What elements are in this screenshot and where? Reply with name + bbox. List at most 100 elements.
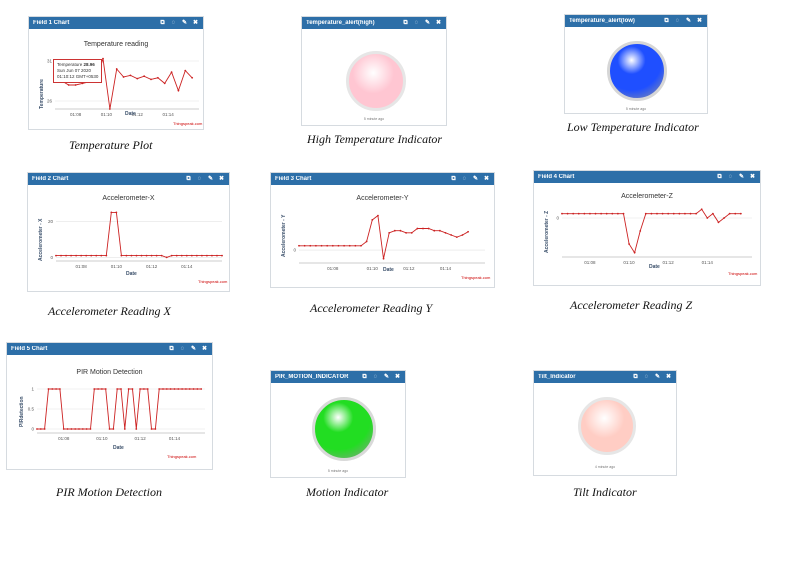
data-point bbox=[192, 388, 195, 390]
data-point bbox=[158, 388, 161, 390]
caption-tilt: Tilt Indicator bbox=[573, 485, 637, 499]
data-point bbox=[195, 254, 198, 257]
tilt-title: Tilt_Indicator bbox=[538, 374, 576, 380]
close-icon[interactable]: ✖ bbox=[435, 20, 442, 27]
data-point bbox=[450, 234, 453, 236]
comment-icon[interactable]: ◌ bbox=[674, 18, 681, 25]
data-point bbox=[80, 254, 83, 257]
data-point bbox=[143, 75, 146, 78]
data-point bbox=[439, 229, 441, 232]
x-axis-label: Date bbox=[113, 445, 124, 451]
data-point bbox=[89, 428, 92, 430]
series-line bbox=[562, 208, 741, 254]
data-point bbox=[59, 388, 61, 390]
pencil-icon[interactable]: ✎ bbox=[654, 374, 661, 381]
data-point bbox=[108, 428, 111, 430]
data-point bbox=[100, 254, 103, 257]
data-point bbox=[74, 84, 77, 86]
data-point bbox=[605, 212, 608, 215]
field4-panel: Field 4 Chart ⧉ ◌ ✎ ✖ Accelerometer-Z Ac… bbox=[533, 170, 761, 286]
x-axis-label: Date bbox=[383, 267, 394, 273]
data-point bbox=[177, 388, 180, 390]
data-point bbox=[78, 428, 80, 430]
data-point bbox=[589, 212, 591, 215]
data-point bbox=[135, 428, 138, 430]
x-tick-label: 01:10 bbox=[96, 436, 108, 441]
y-tick-label: 1 bbox=[31, 387, 34, 392]
external-link-icon[interactable]: ⧉ bbox=[402, 20, 409, 27]
y-tick-label: 31 bbox=[47, 59, 53, 64]
data-point bbox=[566, 212, 569, 215]
data-point bbox=[337, 244, 340, 247]
data-point bbox=[190, 254, 193, 257]
data-point bbox=[191, 76, 194, 79]
comment-icon[interactable]: ◌ bbox=[372, 374, 379, 381]
y-tick-label: 0 bbox=[293, 248, 296, 253]
motion-lamp bbox=[312, 397, 376, 461]
comment-icon[interactable]: ◌ bbox=[643, 374, 650, 381]
data-point bbox=[200, 388, 203, 390]
data-point bbox=[661, 212, 664, 215]
high-temp-title: Temperature_alert(high) bbox=[306, 20, 375, 26]
external-link-icon[interactable]: ⧉ bbox=[632, 374, 639, 381]
close-icon[interactable]: ✖ bbox=[394, 374, 401, 381]
data-point bbox=[122, 76, 125, 78]
data-point bbox=[672, 212, 675, 215]
data-point bbox=[320, 244, 323, 247]
x-axis-label: Date bbox=[125, 111, 136, 117]
data-point bbox=[155, 254, 158, 257]
data-point bbox=[108, 108, 111, 110]
caption-high: High Temperature Indicator bbox=[307, 132, 443, 146]
x-tick-label: 01:10 bbox=[101, 112, 113, 117]
x-axis-label: Date bbox=[126, 271, 137, 277]
external-link-icon[interactable]: ⧉ bbox=[361, 374, 368, 381]
x-tick-label: 01:14 bbox=[169, 436, 181, 441]
tooltip-series: Temperature bbox=[57, 62, 83, 67]
data-point bbox=[455, 236, 458, 239]
last-update: 5 minute ago bbox=[327, 469, 349, 473]
x-tick-label: 01:10 bbox=[367, 266, 379, 271]
last-update: 4 minute ago bbox=[594, 465, 616, 469]
low-temp-lamp bbox=[607, 41, 667, 101]
data-point bbox=[180, 254, 183, 257]
data-point bbox=[348, 244, 351, 247]
field2-panel: Field 2 Chart ⧉ ◌ ✎ ✖ Accelerometer-X Ac… bbox=[27, 172, 230, 292]
data-point bbox=[36, 428, 38, 430]
caption-field1: Temperature Plot bbox=[69, 138, 153, 152]
x-tick-label: 01:14 bbox=[702, 260, 714, 265]
data-point bbox=[633, 251, 636, 254]
x-tick-label: 01:10 bbox=[111, 264, 123, 269]
data-point bbox=[196, 388, 199, 390]
data-point bbox=[433, 229, 436, 232]
data-point bbox=[734, 212, 737, 215]
data-point bbox=[110, 211, 113, 214]
data-point bbox=[728, 212, 731, 215]
pencil-icon[interactable]: ✎ bbox=[685, 18, 692, 25]
external-link-icon[interactable]: ⧉ bbox=[663, 18, 670, 25]
data-point bbox=[467, 230, 469, 233]
data-point bbox=[120, 254, 123, 257]
data-point bbox=[711, 212, 714, 215]
data-point bbox=[101, 388, 103, 390]
data-point bbox=[365, 240, 368, 243]
tooltip-value: 28.96 bbox=[83, 62, 95, 67]
data-point bbox=[74, 428, 77, 430]
data-point bbox=[667, 212, 670, 215]
pencil-icon[interactable]: ✎ bbox=[424, 20, 431, 27]
data-point bbox=[85, 428, 88, 430]
high-temp-lamp bbox=[346, 51, 406, 111]
data-point bbox=[47, 388, 50, 390]
data-point bbox=[150, 78, 152, 81]
pencil-icon[interactable]: ✎ bbox=[383, 374, 390, 381]
caption-field4: Accelerometer Reading Z bbox=[570, 298, 693, 312]
data-point bbox=[127, 388, 130, 390]
data-point bbox=[105, 254, 108, 257]
data-point bbox=[95, 254, 98, 257]
close-icon[interactable]: ✖ bbox=[696, 18, 703, 25]
data-point bbox=[689, 212, 692, 215]
close-icon[interactable]: ✖ bbox=[665, 374, 672, 381]
x-tick-label: 01:10 bbox=[623, 260, 635, 265]
data-point bbox=[583, 212, 586, 215]
data-point bbox=[422, 227, 424, 230]
comment-icon[interactable]: ◌ bbox=[413, 20, 420, 27]
